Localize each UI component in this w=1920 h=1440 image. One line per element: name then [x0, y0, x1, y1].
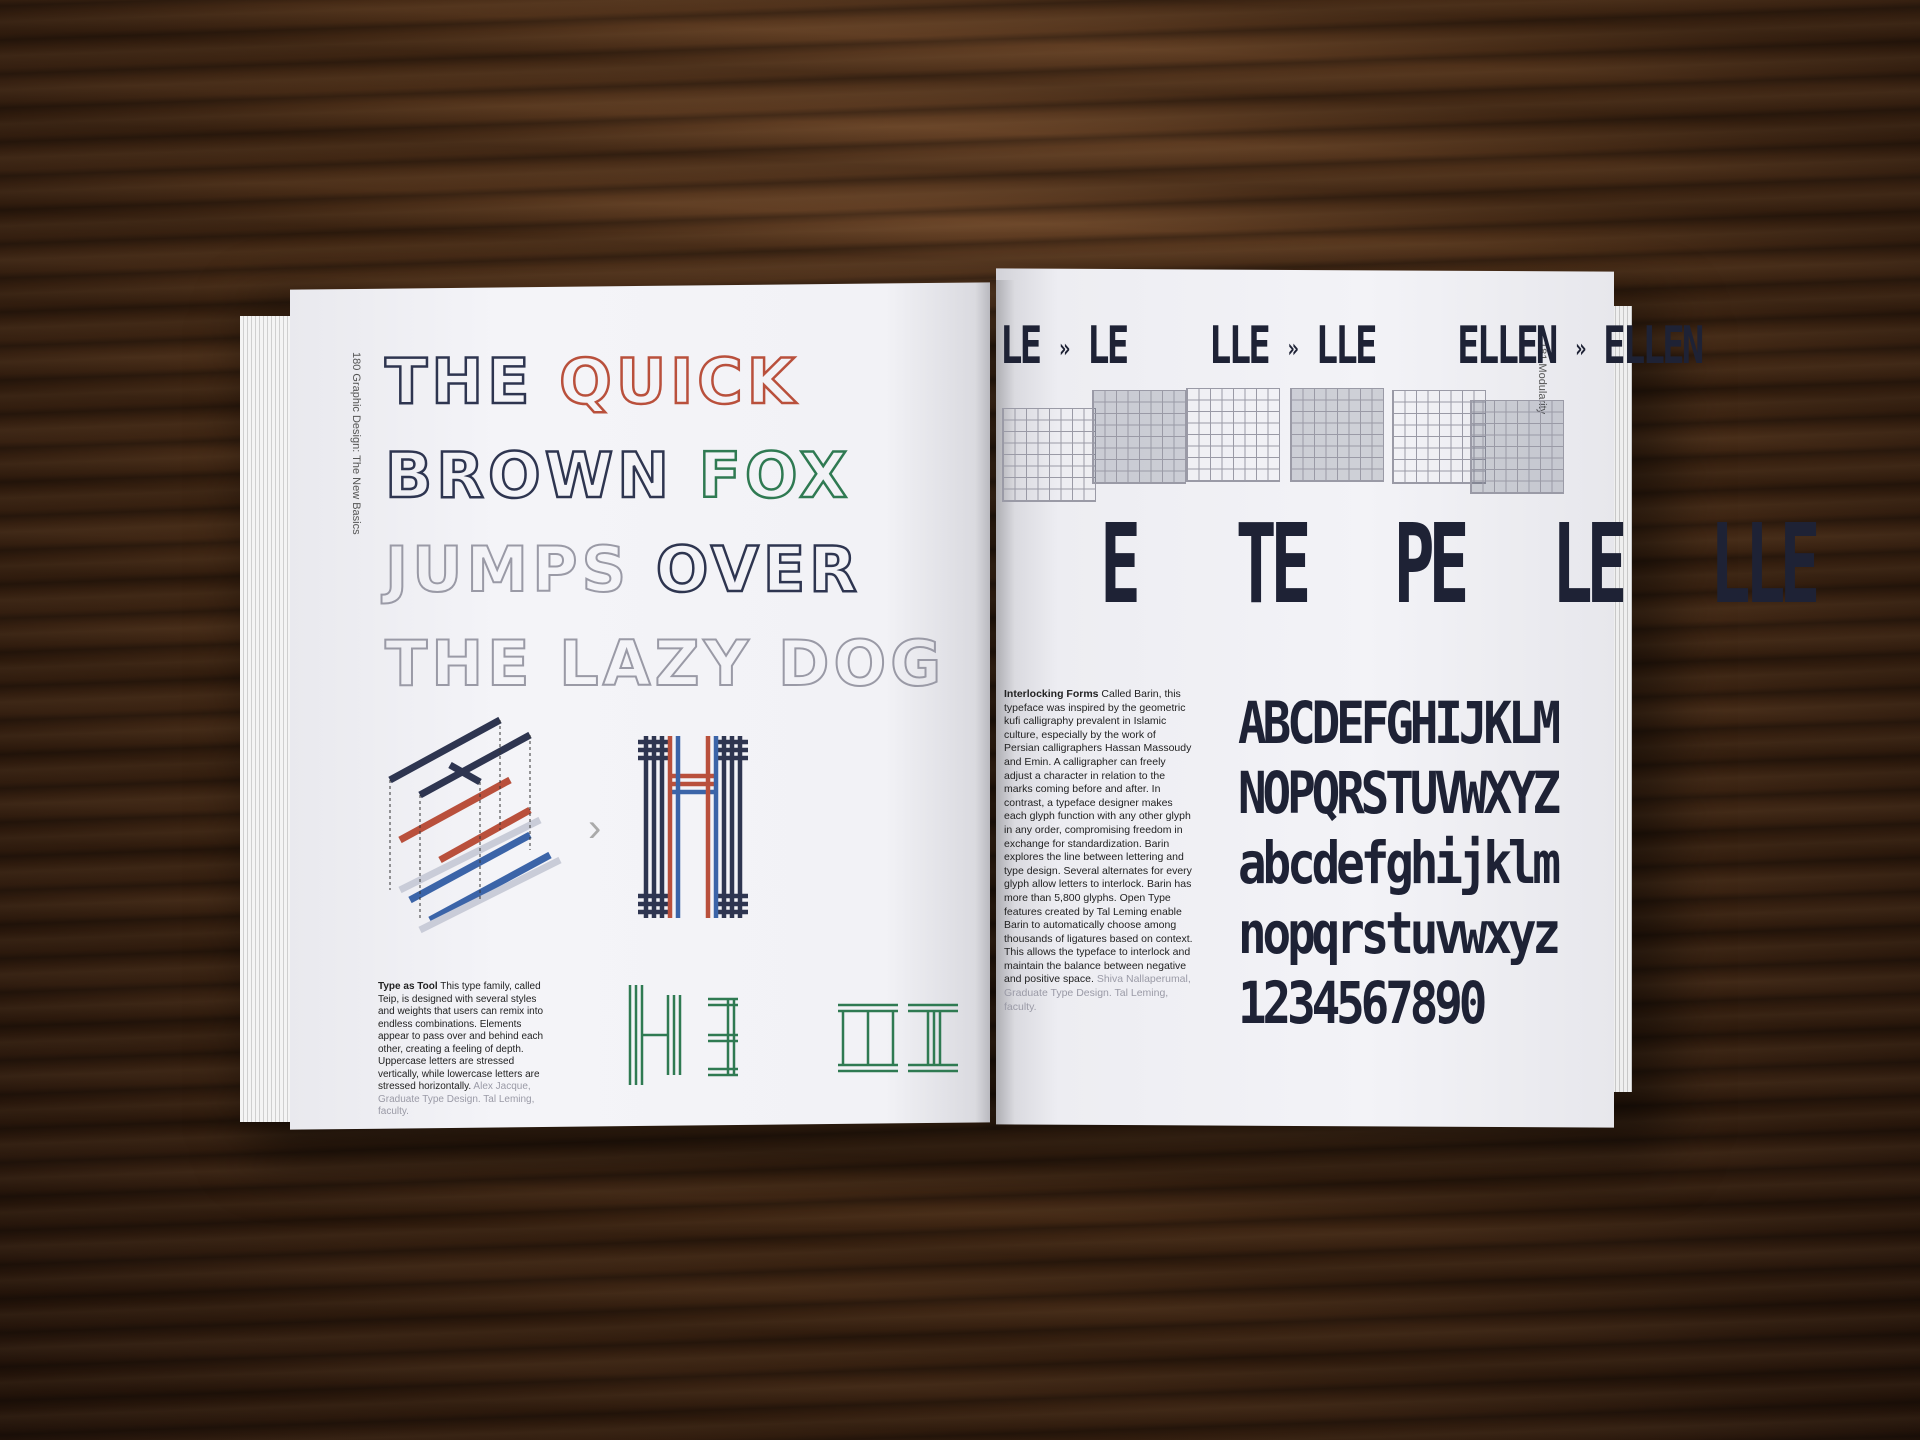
- arrow-glyph: ›: [588, 806, 602, 850]
- barin-glyph-row: E TE PE LE LLE: [1100, 500, 1821, 628]
- pangram-word: THE LAZY DOG: [384, 626, 946, 701]
- glyph-lle: LLE: [1709, 500, 1821, 628]
- teip-pangram: THE QUICK BROWN FOX JUMPS OVER THE LAZY DOG: [384, 335, 946, 711]
- ligature-to-lle: LLE: [1315, 316, 1378, 376]
- teip-i-glyph: [638, 736, 748, 918]
- caption-body: Called Barin, this typeface was inspired…: [1004, 688, 1193, 986]
- pangram-word: OVER: [655, 532, 861, 608]
- left-page-stack: [240, 316, 292, 1122]
- pangram-word: QUICK: [558, 344, 799, 420]
- module-grid: [1470, 400, 1564, 494]
- left-folio: 180 Graphic Design: The New Basics: [350, 352, 362, 535]
- teip-isometric-diagram: [388, 716, 562, 934]
- ligature-from-le: LE: [1000, 316, 1042, 376]
- teip-caption: Type as Tool This type family, called Te…: [378, 981, 553, 1119]
- ligature-to-le: LE: [1087, 316, 1129, 376]
- alphabet-upper-2: NOPQRSTUVWXYZ: [1238, 759, 1561, 827]
- pangram-word: FOX: [697, 438, 852, 514]
- right-page-stack: [1612, 306, 1632, 1092]
- barin-caption: Interlocking Forms Called Barin, this ty…: [1004, 688, 1194, 1014]
- arrow-glyph: »: [1058, 334, 1070, 364]
- pangram-word: THE: [384, 344, 560, 420]
- pangram-line: THE LAZY DOG: [384, 617, 946, 711]
- module-grid: [1290, 388, 1384, 482]
- alphabet-lower-2: nopqrstuvwxyz: [1238, 899, 1561, 967]
- pangram-word: JUMPS: [384, 532, 656, 607]
- pangram-line: JUMPS OVER: [384, 523, 945, 617]
- arrow-glyph: »: [1287, 334, 1299, 364]
- open-book: 180 Graphic Design: The New Basics THE Q…: [0, 0, 1920, 1440]
- alphabet-digits: 1234567890: [1238, 969, 1487, 1037]
- module-grid: [1186, 388, 1280, 482]
- pangram-line: BROWN FOX: [384, 429, 945, 523]
- pangram-word: BROWN: [384, 438, 699, 514]
- caption-body: This type family, called Teip, is design…: [378, 981, 544, 1092]
- glyph-te: TE: [1235, 500, 1312, 628]
- alphabet-upper-1: ABCDEFGHIJKLM: [1238, 689, 1561, 757]
- barin-alphabet: ABCDEFGHIJKLM NOPQRSTUVWXYZ abcdefghijkl…: [1238, 688, 1561, 1038]
- ligature-from-ellen: ELLEN: [1457, 316, 1558, 376]
- caption-heading: Type as Tool: [378, 981, 438, 992]
- teip-green-glyphs: [628, 985, 958, 1085]
- module-grid: [1092, 390, 1186, 484]
- ligature-from-lle: LLE: [1208, 316, 1271, 376]
- caption-heading: Interlocking Forms: [1004, 688, 1099, 700]
- pangram-line: THE QUICK: [384, 335, 945, 429]
- arrow-glyph: »: [1575, 334, 1586, 364]
- module-grid: [1002, 408, 1096, 502]
- glyph-pe: PE: [1393, 500, 1470, 628]
- glyph-e: E: [1100, 500, 1141, 628]
- ligature-row: LE » LE LLE » LLE ELLEN » ELLEN: [1000, 316, 1704, 376]
- alphabet-lower-1: abcdefghijklm: [1238, 829, 1561, 897]
- ligature-to-ellen: ELLEN: [1603, 316, 1704, 376]
- glyph-le: LE: [1551, 500, 1628, 628]
